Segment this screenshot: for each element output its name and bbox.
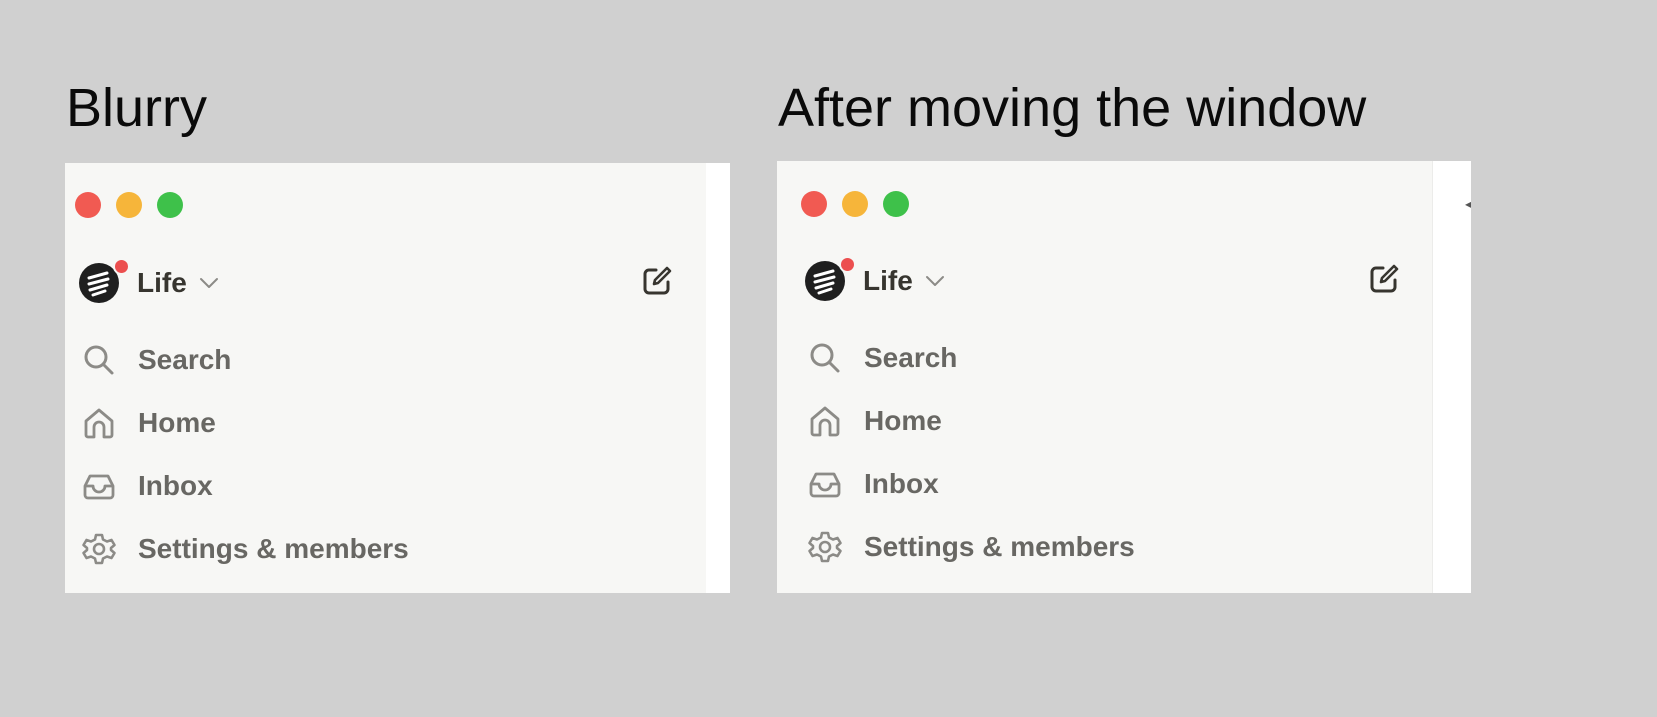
new-page-button[interactable] <box>1364 261 1404 301</box>
close-window-button[interactable] <box>75 192 101 218</box>
maximize-window-button[interactable] <box>157 192 183 218</box>
inbox-icon <box>79 466 119 506</box>
sidebar-item-settings[interactable]: Settings & members <box>805 525 1135 569</box>
compose-icon <box>1366 261 1402 302</box>
workspace-logo-icon <box>79 258 130 305</box>
sidebar-item-label: Inbox <box>138 470 213 501</box>
collapse-arrow-icon[interactable]: ◀ <box>1465 197 1471 213</box>
sidebar: Life Search Home Inbox Settings & member… <box>65 163 706 593</box>
window-screenshot-blurry: Life Search Home Inbox Settings & member… <box>65 163 730 593</box>
window-screenshot-after-moving: Life Search Home Inbox Settings & member… <box>777 161 1471 593</box>
sidebar-item-search[interactable]: Search <box>805 336 957 380</box>
sidebar-item-label: Search <box>864 342 958 373</box>
maximize-window-button[interactable] <box>883 191 909 217</box>
compose-icon <box>639 263 675 304</box>
content-area-edge <box>706 163 730 593</box>
sidebar-item-label: Home <box>864 405 942 436</box>
close-window-button[interactable] <box>801 191 827 217</box>
sidebar-item-home[interactable]: Home <box>805 399 942 443</box>
workspace-switcher[interactable]: Life <box>805 256 945 303</box>
search-icon <box>805 338 845 378</box>
caption-after-moving: After moving the window <box>778 78 1367 138</box>
sidebar-item-inbox[interactable]: Inbox <box>805 462 939 506</box>
sidebar-item-search[interactable]: Search <box>79 338 231 382</box>
sidebar-item-inbox[interactable]: Inbox <box>79 464 213 508</box>
workspace-logo-icon <box>805 256 856 303</box>
home-icon <box>79 403 119 443</box>
workspace-name: Life <box>863 265 913 296</box>
sidebar-item-label: Settings & members <box>138 533 409 564</box>
sidebar: Life Search Home Inbox Settings & member… <box>777 161 1432 593</box>
search-icon <box>79 340 119 380</box>
workspace-name: Life <box>137 267 187 298</box>
gear-icon <box>79 529 119 569</box>
chevron-down-icon <box>199 277 219 289</box>
workspace-switcher[interactable]: Life <box>79 258 219 305</box>
notification-dot <box>839 256 856 273</box>
home-icon <box>805 401 845 441</box>
content-area-edge: ◀ <box>1433 161 1471 593</box>
sidebar-item-label: Settings & members <box>864 531 1135 562</box>
sidebar-item-label: Home <box>138 407 216 438</box>
inbox-icon <box>805 464 845 504</box>
notification-dot <box>113 258 130 275</box>
chevron-down-icon <box>925 275 945 287</box>
minimize-window-button[interactable] <box>842 191 868 217</box>
sidebar-item-home[interactable]: Home <box>79 401 216 445</box>
sidebar-item-settings[interactable]: Settings & members <box>79 527 409 571</box>
sidebar-item-label: Search <box>138 344 232 375</box>
sidebar-item-label: Inbox <box>864 468 939 499</box>
minimize-window-button[interactable] <box>116 192 142 218</box>
new-page-button[interactable] <box>637 263 677 303</box>
caption-blurry: Blurry <box>66 78 208 138</box>
gear-icon <box>805 527 845 567</box>
